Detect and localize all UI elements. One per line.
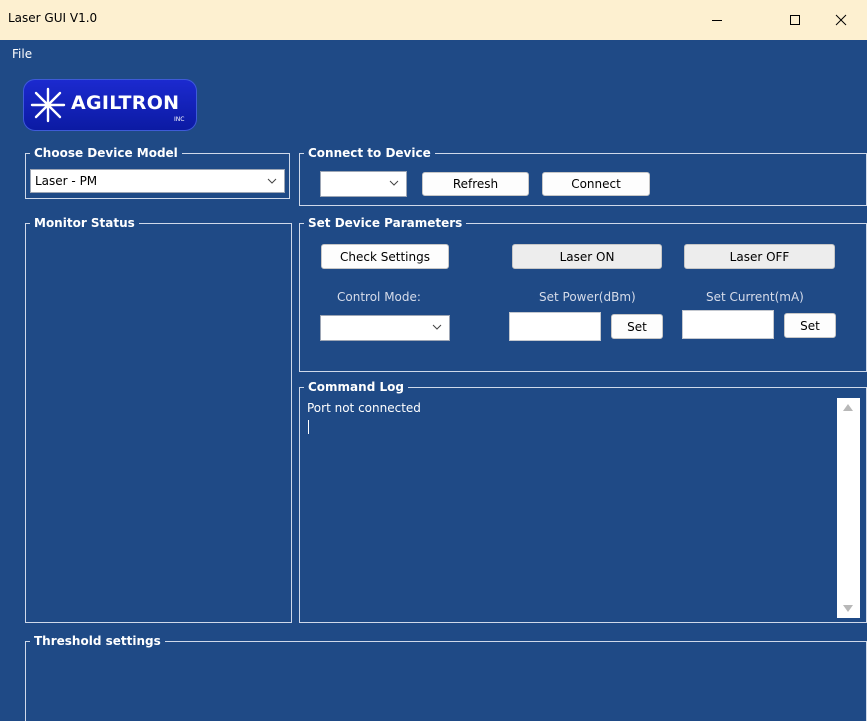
port-select[interactable] xyxy=(320,171,407,197)
close-button[interactable] xyxy=(818,2,864,38)
set-current-label: Set Current(mA) xyxy=(706,290,804,304)
device-model-value: Laser - PM xyxy=(35,174,98,188)
agiltron-logo: AGILTRON INC xyxy=(23,79,197,131)
control-mode-select[interactable] xyxy=(320,315,450,341)
check-settings-button[interactable]: Check Settings xyxy=(321,244,449,269)
minimize-button[interactable] xyxy=(694,2,740,38)
monitor-status-legend: Monitor Status xyxy=(34,216,135,230)
laser-off-button[interactable]: Laser OFF xyxy=(684,244,835,269)
title-bar: Laser GUI V1.0 xyxy=(0,0,867,40)
set-power-button[interactable]: Set xyxy=(611,314,663,339)
close-icon xyxy=(835,14,847,26)
set-current-input[interactable] xyxy=(682,310,774,339)
scroll-down-icon[interactable] xyxy=(843,605,853,612)
maximize-button[interactable] xyxy=(772,2,818,38)
chevron-down-icon xyxy=(432,324,442,330)
command-log-text: Port not connected xyxy=(307,401,421,415)
threshold-legend: Threshold settings xyxy=(34,634,161,648)
command-log-group: Command Log xyxy=(299,380,867,623)
set-power-label: Set Power(dBm) xyxy=(539,290,636,304)
monitor-status-group: Monitor Status xyxy=(25,216,292,623)
logo-brand: AGILTRON xyxy=(71,92,180,114)
set-params-legend: Set Device Parameters xyxy=(308,216,463,230)
command-log-legend: Command Log xyxy=(308,380,404,394)
menu-bar: File xyxy=(12,47,32,61)
text-caret xyxy=(308,420,309,434)
choose-device-legend: Choose Device Model xyxy=(34,146,178,160)
window-title: Laser GUI V1.0 xyxy=(8,11,98,25)
device-model-select[interactable]: Laser - PM xyxy=(30,169,285,193)
menu-file[interactable]: File xyxy=(12,47,32,61)
maximize-icon xyxy=(790,15,800,25)
minimize-icon xyxy=(712,20,722,21)
set-current-button[interactable]: Set xyxy=(784,313,836,338)
command-log-scrollbar[interactable] xyxy=(837,398,860,618)
set-power-input[interactable] xyxy=(509,312,601,341)
connect-legend: Connect to Device xyxy=(308,146,431,160)
laser-on-button[interactable]: Laser ON xyxy=(512,244,662,269)
connect-button[interactable]: Connect xyxy=(542,172,650,196)
starburst-icon xyxy=(30,87,66,123)
control-mode-label: Control Mode: xyxy=(337,290,421,304)
chevron-down-icon xyxy=(389,180,399,186)
logo-suffix: INC xyxy=(174,116,185,123)
refresh-button[interactable]: Refresh xyxy=(422,172,529,196)
threshold-group: Threshold settings xyxy=(25,634,867,721)
chevron-down-icon xyxy=(267,178,277,184)
scroll-up-icon[interactable] xyxy=(843,404,853,411)
